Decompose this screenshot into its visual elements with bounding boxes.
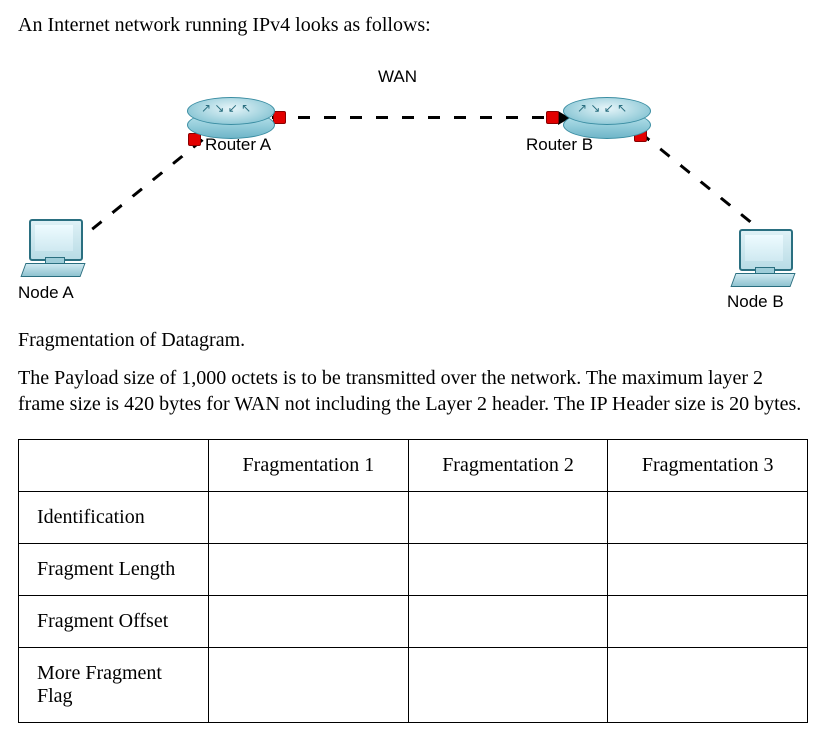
row-label: More Fragment Flag — [19, 648, 209, 723]
row-label: Fragment Length — [19, 544, 209, 596]
table-row: Fragment Length — [19, 544, 808, 596]
endpoint-dot — [546, 111, 559, 124]
node-b-icon — [733, 229, 803, 289]
section-heading: Fragmentation of Datagram. — [18, 329, 804, 352]
table-row: Fragment Offset — [19, 596, 808, 648]
col-header: Fragmentation 3 — [608, 440, 808, 492]
table-cell — [408, 544, 608, 596]
table-cell — [408, 596, 608, 648]
row-label: Fragment Offset — [19, 596, 209, 648]
fragmentation-table: Fragmentation 1 Fragmentation 2 Fragment… — [18, 439, 808, 723]
wan-label: WAN — [378, 67, 417, 87]
row-label: Identification — [19, 492, 209, 544]
link-wan — [272, 116, 564, 119]
table-row: More Fragment Flag — [19, 648, 808, 723]
table-cell — [608, 596, 808, 648]
node-a-icon — [23, 219, 93, 279]
link-routerb-nodeb — [639, 131, 773, 240]
table-corner-cell — [19, 440, 209, 492]
table-cell — [209, 544, 409, 596]
table-row: Identification — [19, 492, 808, 544]
table-cell — [209, 492, 409, 544]
col-header: Fragmentation 2 — [408, 440, 608, 492]
router-b-label: Router B — [526, 135, 593, 155]
table-cell — [608, 648, 808, 723]
problem-text: The Payload size of 1,000 octets is to b… — [18, 366, 804, 417]
endpoint-dot — [273, 111, 286, 124]
network-diagram: ↗ ↘ ↙ ↖ ↗ ↘ ↙ ↖ WAN Router A Router B No… — [18, 51, 804, 311]
table-cell — [209, 596, 409, 648]
col-header: Fragmentation 1 — [209, 440, 409, 492]
table-cell — [608, 492, 808, 544]
table-cell — [209, 648, 409, 723]
table-cell — [408, 648, 608, 723]
node-a-label: Node A — [18, 283, 74, 303]
page-title: An Internet network running IPv4 looks a… — [18, 14, 804, 37]
table-header-row: Fragmentation 1 Fragmentation 2 Fragment… — [19, 440, 808, 492]
table-cell — [608, 544, 808, 596]
router-a-label: Router A — [205, 135, 271, 155]
table-cell — [408, 492, 608, 544]
node-b-label: Node B — [727, 292, 784, 312]
